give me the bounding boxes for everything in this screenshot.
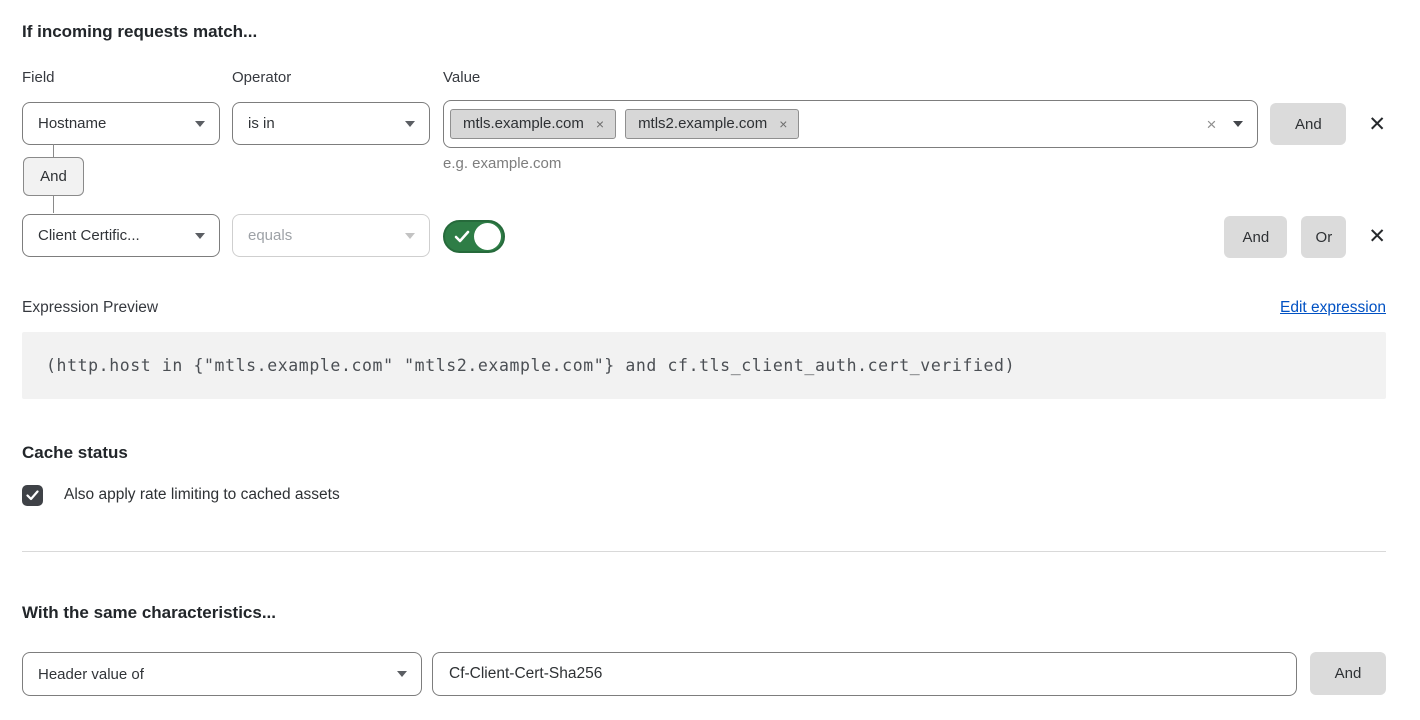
operator-select-row2-value: equals [248,227,292,244]
connector-line-bottom [53,196,54,213]
add-and-condition-button-row1[interactable]: And [1270,103,1346,145]
value-tag-text: mtls.example.com [463,115,584,132]
cache-status-title: Cache status [22,443,1386,463]
header-name-input[interactable] [432,652,1297,696]
expression-header: Expression Preview Edit expression [22,299,1386,318]
chevron-down-icon [397,671,407,677]
value-column-label: Value [443,69,1386,87]
value-multiselect-row1[interactable]: mtls.example.com × mtls2.example.com × × [443,100,1258,148]
cached-assets-checkbox-label: Also apply rate limiting to cached asset… [64,486,340,504]
connector-and-button[interactable]: And [23,157,84,196]
tag-remove-icon[interactable]: × [596,117,604,131]
field-select-row1[interactable]: Hostname [22,102,220,145]
value-tag: mtls2.example.com × [625,109,799,139]
check-icon [26,490,39,501]
expression-preview-label: Expression Preview [22,299,158,317]
value-helper-text: e.g. example.com [443,155,561,172]
chevron-down-icon[interactable] [1233,121,1243,127]
toggle-knob [474,223,501,250]
clear-values-icon[interactable]: × [1206,116,1216,133]
matcher-section-title: If incoming requests match... [22,0,1386,42]
connector-zone: And e.g. example.com [22,148,1386,212]
section-divider [22,551,1386,552]
delete-row2-icon[interactable]: ✕ [1368,226,1386,247]
check-icon [454,230,470,244]
value-tag: mtls.example.com × [450,109,616,139]
add-or-condition-button-row2[interactable]: Or [1301,216,1346,258]
operator-select-row2: equals [232,214,430,257]
connector-line-top [53,144,54,157]
expression-code-block: (http.host in {"mtls.example.com" "mtls2… [22,332,1386,399]
field-column-label: Field [22,69,232,87]
add-and-condition-button-row2[interactable]: And [1224,216,1287,258]
chevron-down-icon [405,233,415,239]
characteristics-title: With the same characteristics... [22,603,1386,623]
chevron-down-icon [195,121,205,127]
characteristic-select[interactable]: Header value of [22,652,422,696]
field-select-row1-value: Hostname [38,115,106,132]
match-row-1: Hostname is in mtls.example.com × mtls2.… [22,100,1386,148]
chevron-down-icon [405,121,415,127]
match-row-2: Client Certific... equals And Or ✕ [22,212,1386,260]
cache-checkbox-row: Also apply rate limiting to cached asset… [22,484,1386,506]
edit-expression-link[interactable]: Edit expression [1280,299,1386,317]
operator-select-row1-value: is in [248,115,275,132]
cached-assets-checkbox[interactable] [22,485,43,506]
characteristic-select-value: Header value of [38,666,144,683]
cert-verified-toggle[interactable] [443,220,505,253]
characteristics-row: Header value of And [22,652,1386,696]
rate-limit-rule-builder: If incoming requests match... Field Oper… [0,0,1420,720]
chevron-down-icon [195,233,205,239]
add-characteristic-button[interactable]: And [1310,652,1386,695]
operator-select-row1[interactable]: is in [232,102,430,145]
tag-remove-icon[interactable]: × [779,117,787,131]
matcher-column-labels: Field Operator Value [22,69,1386,87]
field-select-row2-value: Client Certific... [38,227,140,244]
operator-column-label: Operator [232,69,443,87]
delete-row1-icon[interactable]: ✕ [1368,114,1386,135]
value-tag-text: mtls2.example.com [638,115,767,132]
field-select-row2[interactable]: Client Certific... [22,214,220,257]
